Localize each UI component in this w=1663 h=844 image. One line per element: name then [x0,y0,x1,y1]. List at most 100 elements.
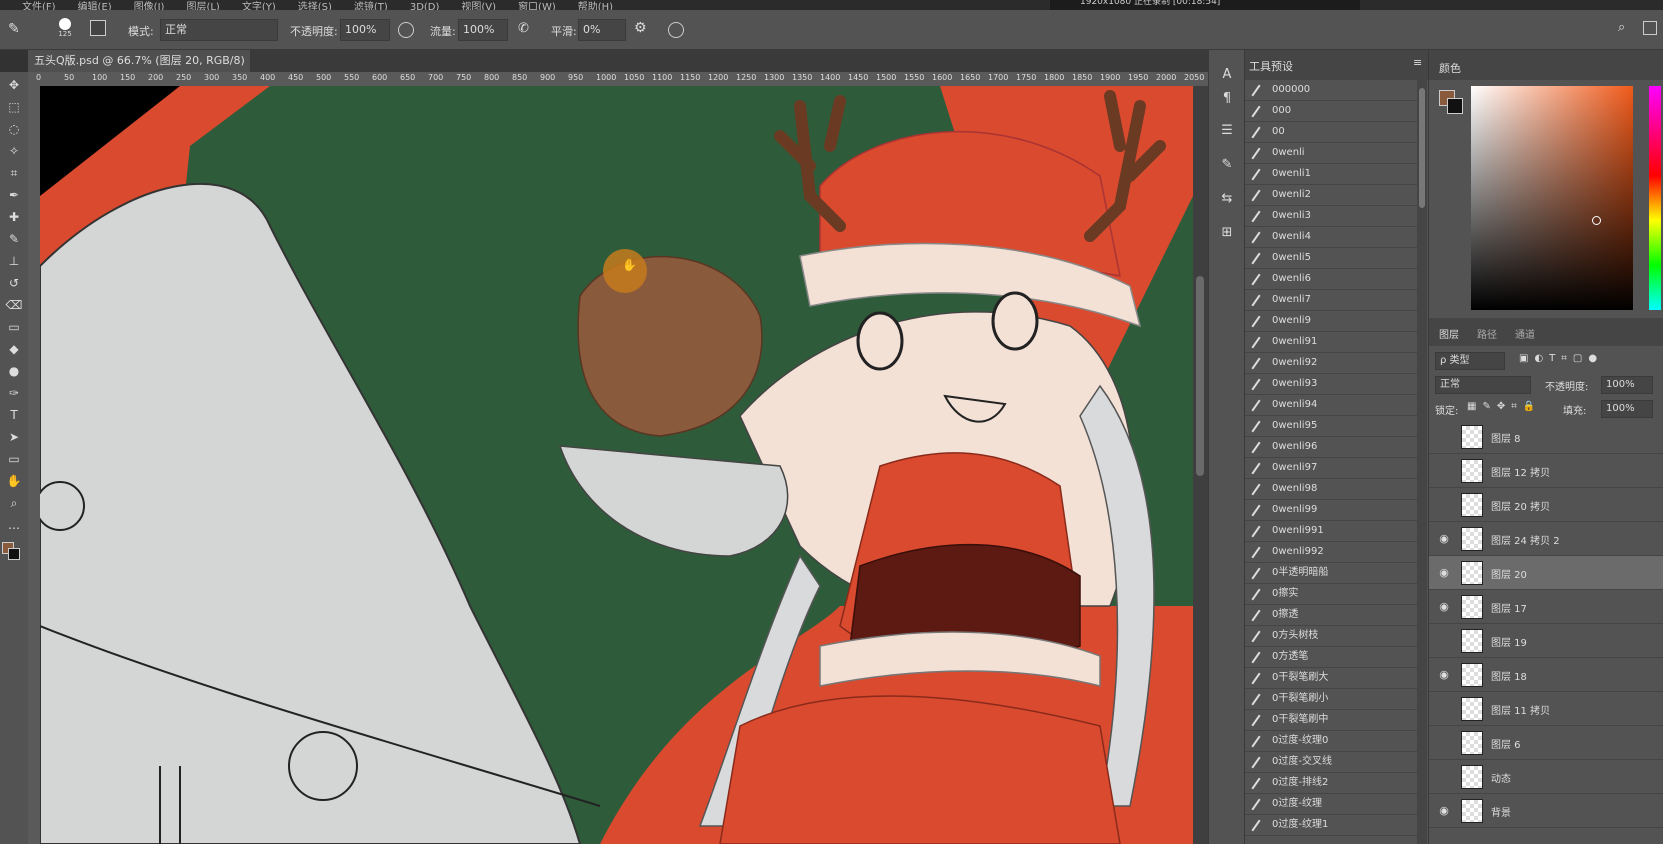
paragraph-panel-icon[interactable]: ¶ [1218,90,1236,108]
search-icon[interactable]: ⌕ [1618,20,1634,36]
tool-preset-item[interactable]: 0wenli95 [1245,416,1417,437]
filter-icons[interactable]: ▣◐T⌗▢● [1519,353,1603,364]
tool-preset-item[interactable]: 0过度-交叉线 [1245,752,1417,773]
layer-row[interactable]: ◉ 背景 [1429,794,1663,828]
tool-preset-item[interactable]: 0wenli98 [1245,479,1417,500]
tool-preset-item[interactable]: 0wenli97 [1245,458,1417,479]
brush-tool[interactable]: ✎ [5,230,23,248]
tool-preset-item[interactable]: 0擦透 [1245,605,1417,626]
pressure-size-icon[interactable] [668,22,684,38]
tool-preset-item[interactable]: 0干裂笔刷小 [1245,689,1417,710]
layer-row[interactable]: 图层 6 [1429,726,1663,760]
tool-preset-item[interactable]: 00 [1245,122,1417,143]
visibility-toggle[interactable] [1437,430,1451,444]
eye-icon[interactable]: ◉ [1437,600,1451,614]
tool-preset-item[interactable]: 0干裂笔刷大 [1245,668,1417,689]
layer-row[interactable]: 图层 12 拷贝 [1429,454,1663,488]
zoom-tool[interactable]: ⌕ [5,494,23,512]
gradient-tool[interactable]: ▭ [5,318,23,336]
pen-tool[interactable]: ✑ [5,384,23,402]
shape-tool[interactable]: ▭ [5,450,23,468]
tool-preset-item[interactable]: 000 [1245,101,1417,122]
tool-presets-scrollbar[interactable] [1417,80,1427,844]
canvas-vertical-scrollbar[interactable] [1193,86,1208,844]
type-tool[interactable]: T [5,406,23,424]
layer-row[interactable]: 图层 11 拷贝 [1429,692,1663,726]
smoothing-input[interactable]: 0% [578,19,626,41]
color-picker-field[interactable] [1471,86,1633,310]
visibility-toggle[interactable] [1437,770,1451,784]
pressure-opacity-icon[interactable] [398,22,414,38]
tool-preset-item[interactable]: 0过度-排线2 [1245,773,1417,794]
character-panel-icon[interactable]: A [1218,66,1236,84]
tool-preset-item[interactable]: 0wenli92 [1245,353,1417,374]
brush-tool-icon[interactable]: ✎ [8,21,26,39]
flow-input[interactable]: 100% [458,19,508,41]
tool-preset-item[interactable]: 0方头树枝 [1245,626,1417,647]
lasso-tool[interactable]: ◌ [5,120,23,138]
eraser-tool[interactable]: ⌫ [5,296,23,314]
tool-preset-item[interactable]: 0wenli96 [1245,437,1417,458]
airbrush-icon[interactable]: ✆ [518,21,534,37]
layer-row[interactable]: ◉ 图层 17 [1429,590,1663,624]
tool-preset-item[interactable]: 0半透明暗船 [1245,563,1417,584]
eye-icon[interactable]: ◉ [1437,668,1451,682]
eye-icon[interactable]: ◉ [1437,804,1451,818]
color-picker-marker[interactable] [1592,216,1601,225]
brush-settings-icon[interactable] [90,20,106,36]
panel-menu-icon[interactable]: ≡ [1413,56,1422,69]
history-brush-tool[interactable]: ↺ [5,274,23,292]
background-color-icon[interactable] [8,548,20,560]
tool-preset-item[interactable]: 0过度-纹理0 [1245,731,1417,752]
visibility-toggle[interactable] [1437,634,1451,648]
tab-layers[interactable]: 图层 [1439,326,1459,341]
move-tool[interactable]: ✥ [5,76,23,94]
tool-preset-item[interactable]: 0wenli991 [1245,521,1417,542]
magic-wand-tool[interactable]: ✧ [5,142,23,160]
document-tab[interactable]: 五头Q版.psd @ 66.7% (图层 20, RGB/8) * × [28,50,250,89]
fill-input[interactable]: 100% [1601,400,1653,418]
adjustments-icon[interactable]: ☰ [1218,122,1236,140]
layer-row[interactable]: 动态 [1429,760,1663,794]
tool-preset-item[interactable]: 0干裂笔刷中 [1245,710,1417,731]
color-panel-title[interactable]: 颜色 [1439,60,1461,76]
background-color-swatch[interactable] [1447,98,1463,114]
layer-kind-filter[interactable]: ρ 类型 [1435,352,1505,370]
visibility-toggle[interactable] [1437,498,1451,512]
tab-channels[interactable]: 通道 [1515,326,1535,341]
layer-opacity-input[interactable]: 100% [1601,376,1653,394]
tool-preset-item[interactable]: 0wenli9 [1245,311,1417,332]
tool-preset-item[interactable]: 0wenli992 [1245,542,1417,563]
layer-row[interactable]: ◉ 图层 20 [1429,556,1663,590]
brush-settings-panel-icon[interactable]: ✎ [1218,156,1236,174]
tool-preset-item[interactable]: 0wenli91 [1245,332,1417,353]
eye-icon[interactable]: ◉ [1437,532,1451,546]
marquee-tool[interactable]: ⬚ [5,98,23,116]
hand-tool[interactable]: ✋ [5,472,23,490]
scroll-thumb[interactable] [1196,276,1204,476]
tool-preset-item[interactable]: 0过度-纹理 [1245,794,1417,815]
tool-preset-item[interactable]: 0wenli4 [1245,227,1417,248]
tool-presets-title[interactable]: 工具预设 [1249,58,1293,74]
tool-preset-item[interactable]: 0wenli94 [1245,395,1417,416]
tool-preset-item[interactable]: 0方透笔 [1245,647,1417,668]
lock-icons[interactable]: ▦✎✥⌗🔒 [1467,401,1541,412]
tab-paths[interactable]: 路径 [1477,326,1497,341]
eyedropper-tool[interactable]: ✒ [5,186,23,204]
tool-preset-item[interactable]: 0wenli7 [1245,290,1417,311]
mode-select[interactable]: 正常 [160,19,278,41]
path-select-tool[interactable]: ➤ [5,428,23,446]
layer-row[interactable]: ◉ 图层 24 拷贝 2 [1429,522,1663,556]
tool-preset-item[interactable]: 0擦实 [1245,584,1417,605]
tool-preset-item[interactable]: 0wenli99 [1245,500,1417,521]
tool-preset-item[interactable]: 0wenli6 [1245,269,1417,290]
dodge-tool[interactable]: ● [5,362,23,380]
visibility-toggle[interactable] [1437,702,1451,716]
crop-tool[interactable]: ⌗ [5,164,23,182]
layer-row[interactable]: 图层 19 [1429,624,1663,658]
more-tools[interactable]: … [5,516,23,534]
stamp-tool[interactable]: ⊥ [5,252,23,270]
eye-icon[interactable]: ◉ [1437,566,1451,580]
layer-row[interactable]: ◉ 图层 18 [1429,658,1663,692]
layer-row[interactable]: 图层 8 [1429,420,1663,454]
